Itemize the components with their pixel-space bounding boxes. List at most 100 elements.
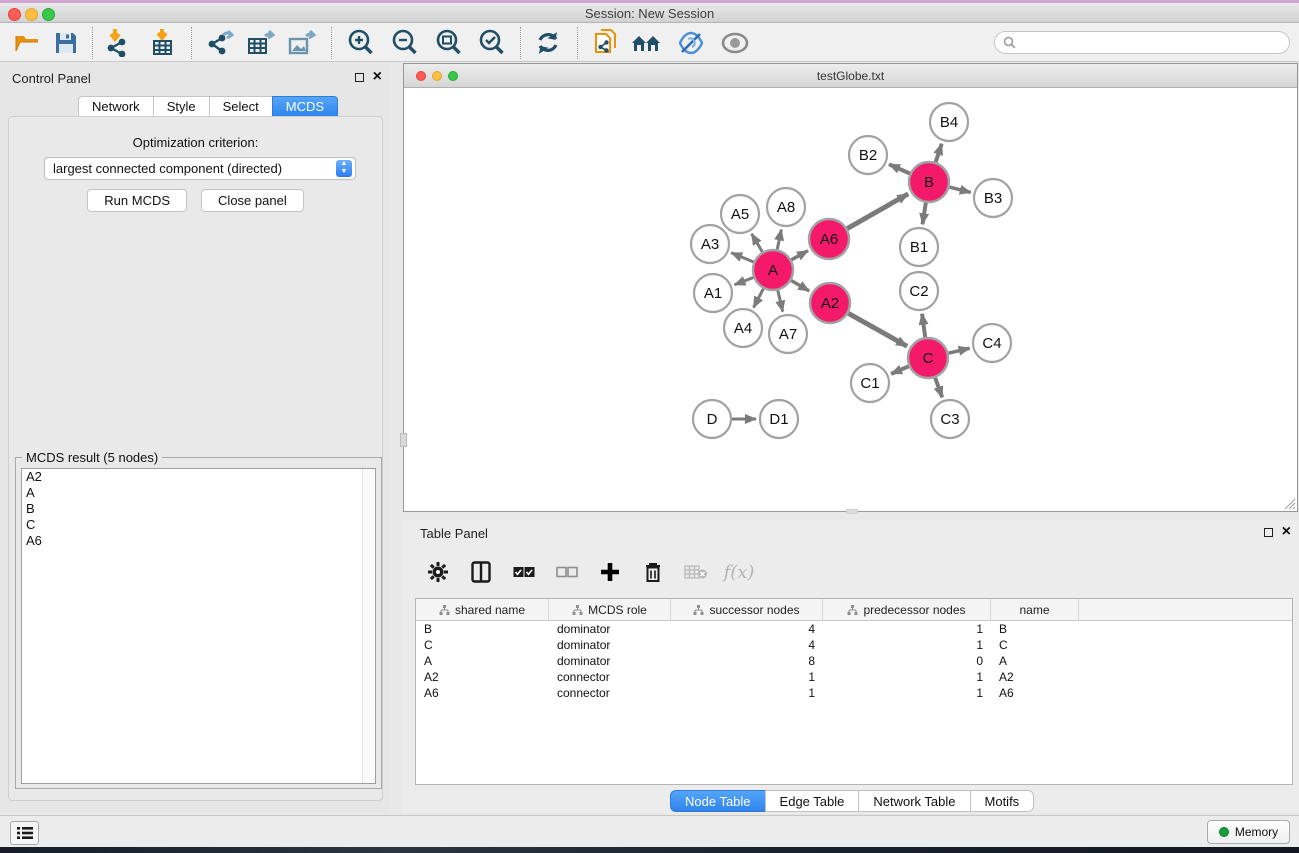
graph-edge-A-A5[interactable] bbox=[752, 234, 763, 252]
list-item[interactable]: A2 bbox=[22, 469, 375, 485]
graph-node-A[interactable]: A bbox=[753, 250, 793, 290]
zoom-out-icon[interactable] bbox=[387, 28, 423, 58]
graph-node-C3[interactable]: C3 bbox=[931, 400, 969, 438]
float-panel-icon[interactable] bbox=[355, 73, 364, 82]
graph-edge-C-C4[interactable] bbox=[948, 348, 969, 353]
search-input[interactable] bbox=[1021, 36, 1271, 50]
mcds-result-list[interactable]: A2ABCA6 bbox=[21, 468, 376, 784]
graph-edge-A-A7[interactable] bbox=[778, 290, 783, 311]
graph-edge-A-A6[interactable] bbox=[791, 251, 808, 260]
list-item[interactable]: A bbox=[22, 485, 375, 501]
tab-node-table[interactable]: Node Table bbox=[670, 790, 765, 812]
list-item[interactable]: A6 bbox=[22, 533, 375, 549]
graph-edge-C-C2[interactable] bbox=[922, 314, 925, 337]
table-cell[interactable]: dominator bbox=[549, 653, 671, 669]
graph-node-D1[interactable]: D1 bbox=[760, 400, 798, 438]
graph-node-C4[interactable]: C4 bbox=[973, 324, 1011, 362]
table-cell[interactable]: B bbox=[991, 621, 1079, 637]
tab-network-table[interactable]: Network Table bbox=[858, 790, 969, 812]
table-cell[interactable]: 4 bbox=[671, 621, 823, 637]
tab-style[interactable]: Style bbox=[153, 96, 209, 117]
graph-edge-B-B1[interactable] bbox=[922, 203, 925, 225]
export-image-icon[interactable] bbox=[284, 28, 320, 58]
table-cell[interactable]: 1 bbox=[671, 685, 823, 701]
search-field[interactable] bbox=[994, 31, 1290, 54]
table-cell[interactable]: 1 bbox=[823, 637, 991, 653]
deselect-all-icon[interactable] bbox=[554, 559, 580, 585]
gear-icon[interactable] bbox=[425, 559, 451, 585]
add-row-icon[interactable] bbox=[597, 559, 623, 585]
column-header-MCDS-role[interactable]: MCDS role bbox=[549, 599, 671, 621]
table-cell[interactable]: 4 bbox=[671, 637, 823, 653]
list-scrollbar[interactable] bbox=[362, 469, 375, 783]
node-table[interactable]: shared nameMCDS rolesuccessor nodesprede… bbox=[415, 598, 1293, 785]
table-cell[interactable]: dominator bbox=[549, 637, 671, 653]
graph-edge-A-A1[interactable] bbox=[734, 278, 753, 285]
column-header-predecessor-nodes[interactable]: predecessor nodes bbox=[823, 599, 991, 621]
columns-icon[interactable] bbox=[468, 559, 494, 585]
table-cell[interactable]: 1 bbox=[823, 685, 991, 701]
graph-node-A3[interactable]: A3 bbox=[691, 225, 729, 263]
column-header-shared-name[interactable]: shared name bbox=[416, 599, 549, 621]
table-cell[interactable]: C bbox=[991, 637, 1079, 653]
table-cell[interactable]: A bbox=[416, 653, 549, 669]
table-row[interactable]: A6connector11A6 bbox=[416, 685, 1292, 701]
column-header-successor-nodes[interactable]: successor nodes bbox=[671, 599, 823, 621]
delete-table-icon[interactable] bbox=[683, 559, 709, 585]
eye-icon[interactable] bbox=[717, 28, 753, 58]
graph-node-B[interactable]: B bbox=[909, 162, 949, 202]
list-item[interactable]: C bbox=[22, 517, 375, 533]
table-cell[interactable]: dominator bbox=[549, 621, 671, 637]
import-table-icon[interactable] bbox=[145, 28, 181, 58]
graph-edge-A-A2[interactable] bbox=[791, 281, 809, 291]
graph-edge-A-A3[interactable] bbox=[731, 253, 753, 262]
refresh-icon[interactable] bbox=[530, 28, 566, 58]
table-row[interactable]: A2connector11A2 bbox=[416, 669, 1292, 685]
main-titlebar[interactable]: Session: New Session bbox=[0, 3, 1299, 23]
select-all-icon[interactable] bbox=[511, 559, 537, 585]
graph-edge-B-B3[interactable] bbox=[949, 187, 970, 192]
delete-row-icon[interactable] bbox=[640, 559, 666, 585]
table-cell[interactable]: A6 bbox=[991, 685, 1079, 701]
graph-edge-C-C1[interactable] bbox=[891, 366, 909, 374]
graph-node-D[interactable]: D bbox=[693, 400, 731, 438]
table-row[interactable]: Adominator80A bbox=[416, 653, 1292, 669]
table-cell[interactable]: 1 bbox=[671, 669, 823, 685]
table-cell[interactable]: 0 bbox=[823, 653, 991, 669]
graph-node-A6[interactable]: A6 bbox=[809, 219, 849, 259]
table-cell[interactable]: 8 bbox=[671, 653, 823, 669]
graph-edge-B-B4[interactable] bbox=[936, 144, 942, 162]
table-row[interactable]: Bdominator41B bbox=[416, 621, 1292, 637]
list-item[interactable]: B bbox=[22, 501, 375, 517]
graph-node-B2[interactable]: B2 bbox=[849, 136, 887, 174]
graph-edge-B-B2[interactable] bbox=[889, 164, 910, 173]
graph-edge-A-A4[interactable] bbox=[754, 289, 764, 308]
graph-node-A7[interactable]: A7 bbox=[769, 315, 807, 353]
table-cell[interactable]: 1 bbox=[823, 621, 991, 637]
graph-node-C2[interactable]: C2 bbox=[900, 272, 938, 310]
graph-node-C1[interactable]: C1 bbox=[851, 364, 889, 402]
bottom-splitter-handle[interactable] bbox=[846, 509, 858, 514]
tab-edge-table[interactable]: Edge Table bbox=[765, 790, 859, 812]
graph-edge-A6-B[interactable] bbox=[847, 194, 908, 229]
table-cell[interactable]: C bbox=[416, 637, 549, 653]
save-session-icon[interactable] bbox=[48, 28, 84, 58]
graph-node-A5[interactable]: A5 bbox=[721, 195, 759, 233]
close-panel-icon[interactable]: × bbox=[373, 72, 382, 82]
graph-node-B3[interactable]: B3 bbox=[974, 179, 1012, 217]
table-cell[interactable]: A2 bbox=[416, 669, 549, 685]
graph-edge-A2-C[interactable] bbox=[848, 313, 907, 346]
tab-mcds[interactable]: MCDS bbox=[272, 96, 338, 117]
left-splitter-handle[interactable] bbox=[400, 433, 407, 447]
tab-motifs[interactable]: Motifs bbox=[970, 790, 1035, 812]
graph-node-A2[interactable]: A2 bbox=[810, 283, 850, 323]
graph-node-B1[interactable]: B1 bbox=[900, 228, 938, 266]
network-window-titlebar[interactable]: testGlobe.txt bbox=[404, 64, 1297, 88]
zoom-fit-icon[interactable] bbox=[431, 28, 467, 58]
column-header-name[interactable]: name bbox=[991, 599, 1079, 621]
zoom-selected-icon[interactable] bbox=[474, 28, 510, 58]
graph-node-A8[interactable]: A8 bbox=[767, 188, 805, 226]
network-canvas[interactable]: B4B2BB3A5A8A6A3B1AA1C2A2A4A7C4CC1C3DD1 bbox=[404, 89, 1297, 511]
graph-node-C[interactable]: C bbox=[908, 338, 948, 378]
graph-node-A4[interactable]: A4 bbox=[724, 309, 762, 347]
